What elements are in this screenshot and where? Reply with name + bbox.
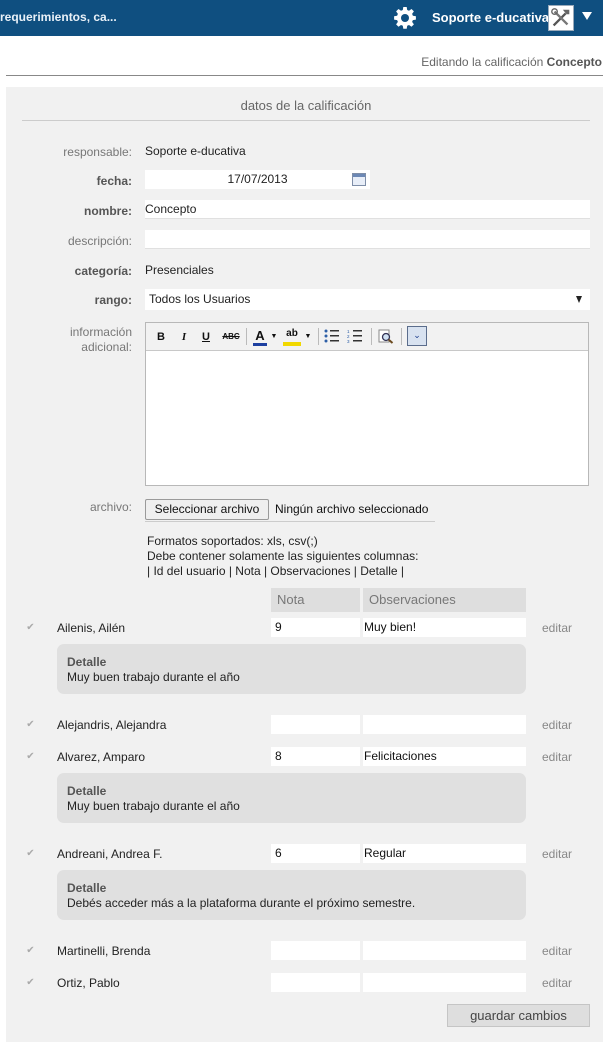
formats-text: Formatos soportados: xls, csv(;)	[147, 534, 318, 548]
find-replace-icon[interactable]	[378, 329, 394, 345]
select-file-button[interactable]: Seleccionar archivo	[145, 499, 269, 520]
observaciones-input[interactable]: Muy bien!	[363, 618, 526, 637]
breadcrumb[interactable]: requerimientos, ca...	[0, 10, 117, 24]
responsable-label: responsable:	[63, 145, 132, 159]
divider	[145, 521, 435, 522]
toolbar-separator	[401, 328, 402, 345]
nota-input[interactable]	[271, 715, 360, 734]
nota-input[interactable]	[271, 941, 360, 960]
gear-icon[interactable]	[393, 6, 417, 30]
student-name: Martinelli, Brenda	[57, 944, 151, 958]
bullet-list-icon[interactable]	[324, 329, 340, 345]
row-checkbox[interactable]: ✔	[25, 719, 36, 730]
row-checkbox[interactable]: ✔	[25, 848, 36, 859]
observaciones-input[interactable]: Felicitaciones	[363, 747, 526, 766]
edit-link[interactable]: editar	[542, 944, 572, 958]
save-button[interactable]: guardar cambios	[447, 1004, 590, 1027]
nota-input[interactable]: 9	[271, 618, 360, 637]
calendar-icon[interactable]	[352, 173, 366, 186]
nombre-label: nombre:	[84, 204, 132, 218]
toolbar-separator	[371, 328, 372, 345]
column-header-nota: Nota	[271, 588, 360, 612]
caret-down-icon[interactable]	[582, 12, 592, 20]
descripcion-input[interactable]	[145, 230, 590, 249]
categoria-label: categoría:	[74, 264, 132, 278]
editing-prefix: Editando la calificación	[421, 55, 544, 69]
top-bar: requerimientos, ca... Soporte e-ducativa	[0, 0, 603, 36]
italic-button[interactable]: I	[177, 329, 191, 345]
dropdown-arrow-icon	[576, 296, 582, 303]
tools-icon[interactable]	[548, 5, 574, 31]
observaciones-input[interactable]: Regular	[363, 844, 526, 863]
detail-title: Detalle	[67, 881, 107, 895]
edit-link[interactable]: editar	[542, 750, 572, 764]
student-name: Ailenis, Ailén	[57, 621, 126, 635]
nombre-input[interactable]: Concepto	[145, 200, 590, 219]
editor-toolbar: B I U ABC A ▼ ab ▼ 123 ⌄	[146, 323, 588, 351]
strikethrough-button[interactable]: ABC	[221, 329, 241, 345]
archivo-label: archivo:	[89, 500, 132, 514]
row-checkbox[interactable]: ✔	[25, 977, 36, 988]
panel-title: datos de la calificación	[240, 98, 372, 113]
highlight-dropdown-icon[interactable]: ▼	[304, 329, 312, 345]
toolbar-separator	[246, 328, 247, 345]
student-name: Ortiz, Pablo	[57, 976, 120, 990]
info-label-line2: adicional:	[81, 340, 132, 354]
underline-button[interactable]: U	[199, 329, 213, 345]
editing-heading: Editando la calificación Concepto	[421, 55, 602, 69]
editing-name: Concepto	[546, 55, 602, 69]
student-name: Alejandris, Alejandra	[57, 718, 167, 732]
divider	[22, 120, 590, 121]
rango-selected-value: Todos los Usuarios	[149, 292, 251, 306]
detail-box: Detalle Debés acceder más a la plataform…	[57, 870, 526, 920]
divider	[6, 75, 603, 76]
edit-link[interactable]: editar	[542, 847, 572, 861]
svg-text:3: 3	[347, 339, 350, 343]
student-name: Andreani, Andrea F.	[57, 847, 163, 861]
row-checkbox[interactable]: ✔	[25, 751, 36, 762]
highlight-icon[interactable]: ab	[283, 329, 301, 346]
columns-text: | Id del usuario | Nota | Observaciones …	[147, 564, 405, 578]
bold-button[interactable]: B	[154, 329, 168, 345]
detail-text: Debés acceder más a la plataforma durant…	[67, 896, 416, 910]
file-status: Ningún archivo seleccionado	[275, 502, 429, 516]
nota-input[interactable]: 6	[271, 844, 360, 863]
toolbar-separator	[318, 328, 319, 345]
observaciones-input[interactable]	[363, 715, 526, 734]
user-name[interactable]: Soporte e-ducativa	[432, 10, 549, 25]
edit-link[interactable]: editar	[542, 976, 572, 990]
font-color-dropdown-icon[interactable]: ▼	[270, 329, 278, 345]
font-color-icon[interactable]: A	[253, 329, 267, 346]
responsable-value: Soporte e-ducativa	[145, 144, 246, 158]
student-name: Alvarez, Amparo	[57, 750, 146, 764]
column-header-observaciones: Observaciones	[363, 588, 526, 612]
toggle-toolbar-icon[interactable]: ⌄	[407, 326, 427, 346]
rich-text-editor[interactable]: B I U ABC A ▼ ab ▼ 123 ⌄	[145, 322, 589, 486]
nota-input[interactable]	[271, 973, 360, 992]
fecha-field[interactable]: 17/07/2013	[145, 170, 370, 189]
detail-title: Detalle	[67, 655, 107, 669]
nota-input[interactable]: 8	[271, 747, 360, 766]
info-label-line1: información	[69, 325, 132, 339]
detail-text: Muy buen trabajo durante el año	[67, 670, 240, 684]
detail-box: Detalle Muy buen trabajo durante el año	[57, 773, 526, 823]
observaciones-input[interactable]	[363, 973, 526, 992]
edit-link[interactable]: editar	[542, 718, 572, 732]
rango-select[interactable]: Todos los Usuarios	[145, 289, 590, 310]
categoria-value: Presenciales	[145, 263, 214, 277]
descripcion-label: descripción:	[67, 234, 132, 248]
detail-box: Detalle Muy buen trabajo durante el año	[57, 644, 526, 694]
fecha-label: fecha:	[96, 174, 132, 188]
columns-intro-text: Debe contener solamente las siguientes c…	[147, 549, 419, 563]
detail-text: Muy buen trabajo durante el año	[67, 799, 240, 813]
observaciones-input[interactable]	[363, 941, 526, 960]
row-checkbox[interactable]: ✔	[25, 622, 36, 633]
row-checkbox[interactable]: ✔	[25, 945, 36, 956]
detail-title: Detalle	[67, 784, 107, 798]
rango-label: rango:	[94, 293, 132, 307]
numbered-list-icon[interactable]: 123	[347, 329, 363, 345]
edit-link[interactable]: editar	[542, 621, 572, 635]
